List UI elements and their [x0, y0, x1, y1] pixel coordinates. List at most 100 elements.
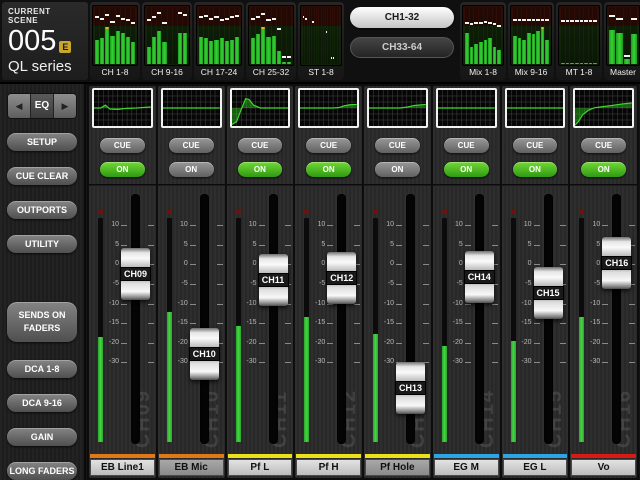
on-button[interactable]: ON	[238, 162, 283, 177]
channel-strip-ch09: CUEONCH091050-5-10-15-20-30CH09EB Line1	[89, 86, 156, 478]
scale-tick-left	[121, 304, 127, 305]
sidebar-button-gain[interactable]: GAIN	[7, 428, 77, 446]
strip-divider	[570, 184, 637, 186]
sidebar-button-outports[interactable]: OUTPORTS	[7, 201, 77, 219]
meter-bar	[561, 7, 565, 64]
meter-bar	[484, 7, 488, 64]
channel-name[interactable]: Pf Hole	[365, 459, 430, 476]
meter-block-st-1-8[interactable]: ST 1-8	[298, 2, 344, 80]
fader-knob[interactable]: CH10	[190, 328, 219, 380]
bank-button-ch1-32[interactable]: CH1-32	[350, 7, 454, 28]
scale-tick-left	[327, 304, 333, 305]
meter-bar-fill	[593, 63, 597, 64]
meter-block-ch-17-24[interactable]: CH 17-24	[194, 2, 244, 80]
meter-bar	[116, 7, 120, 64]
meter-screen	[300, 5, 342, 66]
meter-block-label: CH 9-16	[144, 66, 190, 79]
meter-bar	[322, 7, 323, 64]
fader-knob[interactable]: CH16	[602, 237, 631, 289]
sidebar-button-cue-clear[interactable]: CUE CLEAR	[7, 167, 77, 185]
cue-button[interactable]: CUE	[375, 138, 420, 153]
cue-button[interactable]: CUE	[444, 138, 489, 153]
meter-bar	[147, 7, 151, 64]
cue-button[interactable]: CUE	[169, 138, 214, 153]
eq-graph-button[interactable]	[573, 88, 634, 128]
peak-hold-mark	[566, 20, 570, 22]
meter-bar	[121, 7, 125, 64]
peak-hold-mark	[209, 18, 213, 20]
eq-graph-button[interactable]	[230, 88, 291, 128]
scale-tick-left	[396, 304, 402, 305]
fader-knob[interactable]: CH14	[465, 251, 494, 303]
channel-name[interactable]: Vo	[571, 459, 636, 476]
cue-button[interactable]: CUE	[238, 138, 283, 153]
sidebar-button-setup[interactable]: SETUP	[7, 133, 77, 151]
meter-block-ch-1-8[interactable]: CH 1-8	[90, 2, 140, 80]
on-button[interactable]: ON	[169, 162, 214, 177]
meter-block-master[interactable]: Master	[604, 2, 640, 80]
meter-block-mt-1-8[interactable]: MT 1-8	[556, 2, 602, 80]
meter-block-ch-9-16[interactable]: CH 9-16	[142, 2, 192, 80]
peak-hold-mark	[488, 22, 492, 24]
on-button[interactable]: ON	[581, 162, 626, 177]
meter-bar	[536, 7, 540, 64]
scale-tick-right	[148, 245, 154, 246]
nav-next-button[interactable]: ▶	[54, 94, 76, 118]
cue-button[interactable]: CUE	[581, 138, 626, 153]
eq-graph-button[interactable]	[367, 88, 428, 128]
scale-tick-right	[629, 225, 635, 226]
meter-block-mix-9-16[interactable]: Mix 9-16	[508, 2, 554, 80]
fader-slot	[337, 194, 346, 444]
scale-tick-left	[327, 245, 333, 246]
nav-prev-button[interactable]: ◀	[8, 94, 30, 118]
sidebar-button-dca-9-16[interactable]: DCA 9-16	[7, 394, 77, 412]
meter-bar	[470, 7, 474, 64]
fader-knob[interactable]: CH11	[259, 254, 288, 306]
on-button[interactable]: ON	[306, 162, 351, 177]
meter-bar	[178, 7, 182, 64]
sidebar-button-utility[interactable]: UTILITY	[7, 235, 77, 253]
meter-block-mix-1-8[interactable]: Mix 1-8	[460, 2, 506, 80]
eq-graph-button[interactable]	[161, 88, 222, 128]
meter-block-ch-25-32[interactable]: CH 25-32	[246, 2, 296, 80]
channel-strip-ch13: CUEONCH131050-5-10-15-20-30CH13Pf Hole	[364, 86, 431, 478]
channel-name[interactable]: Pf H	[296, 459, 361, 476]
fader-knob[interactable]: CH09	[121, 248, 150, 300]
sidebar-button-dca-1-8[interactable]: DCA 1-8	[7, 360, 77, 378]
eq-graph-button[interactable]	[505, 88, 566, 128]
sidebar-button-long-faders[interactable]: LONG FADERS	[7, 462, 77, 480]
sidebar-button-sends-on-faders[interactable]: SENDS ON FADERS	[7, 302, 77, 342]
meter-bar	[589, 7, 593, 64]
fader-knob[interactable]: CH13	[396, 362, 425, 414]
fader-scale-label: -30	[433, 358, 463, 366]
scene-edit-badge: E	[59, 41, 71, 53]
bank-button-ch33-64[interactable]: CH33-64	[350, 37, 454, 58]
fader-knob-label: CH15	[533, 286, 564, 300]
peak-hold-mark	[272, 18, 276, 20]
channel-name[interactable]: EG M	[434, 459, 499, 476]
channel-name[interactable]: Pf L	[228, 459, 293, 476]
meter-bar	[204, 7, 208, 64]
meter-bar-fill	[183, 33, 187, 64]
scene-panel[interactable]: CURRENT SCENE 005 E QL series	[2, 2, 88, 80]
eq-graph-button[interactable]	[298, 88, 359, 128]
channel-name[interactable]: EG L	[503, 459, 568, 476]
on-button[interactable]: ON	[100, 162, 145, 177]
meter-bar	[317, 7, 318, 64]
channel-name[interactable]: EB Line1	[90, 459, 155, 476]
on-button[interactable]: ON	[375, 162, 420, 177]
scale-tick-left	[121, 362, 127, 363]
cue-button[interactable]: CUE	[306, 138, 351, 153]
scale-tick-left	[396, 225, 402, 226]
cue-button[interactable]: CUE	[513, 138, 558, 153]
eq-graph-button[interactable]	[92, 88, 153, 128]
fader-knob[interactable]: CH15	[534, 267, 563, 319]
meter-bar	[541, 7, 545, 64]
cue-button[interactable]: CUE	[100, 138, 145, 153]
fader-knob[interactable]: CH12	[327, 252, 356, 304]
eq-graph-button[interactable]	[436, 88, 497, 128]
sidebar-main-buttons: SETUP CUE CLEAR OUTPORTS UTILITY	[0, 133, 84, 253]
on-button[interactable]: ON	[444, 162, 489, 177]
channel-name[interactable]: EB Mic	[159, 459, 224, 476]
on-button[interactable]: ON	[513, 162, 558, 177]
